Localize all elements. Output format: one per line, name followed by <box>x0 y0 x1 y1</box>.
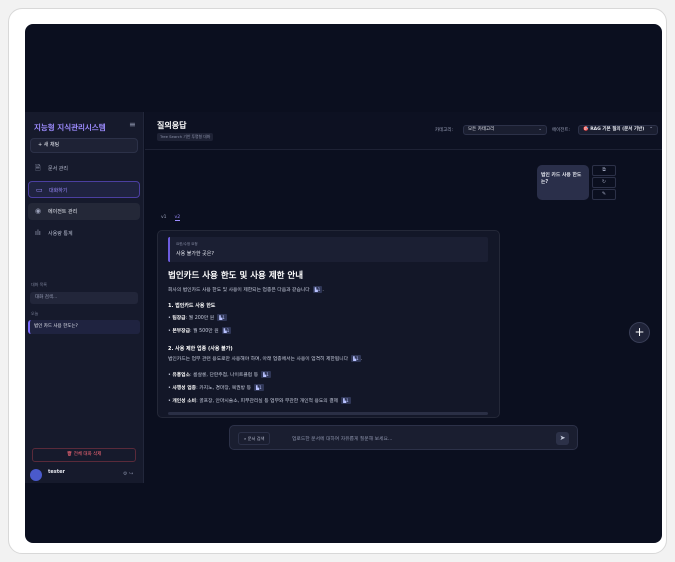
citation-badge[interactable]: ▙1 <box>261 371 271 378</box>
list-item: • 유흥업소: 룸살롱, 단란주점, 나이트클럽 등 ▙1 <box>168 371 271 378</box>
app-root: 지능형 지식관리시스템 ≡ + 새 채팅 🗎 문서 관리 ▭ 대화하기 ◉ 에이전트 … <box>25 112 662 483</box>
chevron-down-icon: ⌄ <box>538 127 542 132</box>
list-item: • 개인성 소비: 골프장, 안마시술소, 피부관리실 등 업무와 무관한 개인… <box>168 397 351 404</box>
document-search-toggle[interactable]: ⌕ 문서 검색 <box>238 432 271 445</box>
list-item-bold: 사행성 업종 <box>172 386 197 391</box>
document-search-label: 문서 검색 <box>247 436 265 441</box>
section-description: 법인카드는 업무 관련 용도로만 사용해야 하며, 아래 업종에서는 사용이 엄… <box>168 355 363 362</box>
citation-number: 1 <box>222 315 225 320</box>
sidebar-item-chat[interactable]: ▭ 대화하기 <box>28 181 140 198</box>
list-item-text: : 카지노, 경마장, 복권방 등 <box>196 386 252 391</box>
citation-badge[interactable]: ▙1 <box>341 397 351 404</box>
list-item: • 팀장급: 월 200만 원 ▙1 <box>168 314 227 321</box>
category-select[interactable]: 모든 카테고리 ⌄ <box>463 125 547 135</box>
send-button[interactable]: ➤ <box>556 432 569 445</box>
sidebar: 지능형 지식관리시스템 ≡ + 새 채팅 🗎 문서 관리 ▭ 대화하기 ◉ 에이전트 … <box>25 112 144 483</box>
retry-icon[interactable]: ↻ <box>592 177 616 188</box>
list-item-text: : 골프장, 안마시술소, 피부관리실 등 업무와 무관한 개인적 용도의 결제 <box>196 399 339 404</box>
sidebar-item-label: 문서 관리 <box>48 166 68 172</box>
list-item: • 본부장급: 월 500만 원 ▙1 <box>168 327 232 334</box>
section-heading: 2. 사용 제한 업종 (사용 불가) <box>168 346 233 352</box>
chat-input[interactable]: 업로드한 문서에 대하여 자유롭게 질문해 보세요... <box>292 435 392 442</box>
delete-all-label: 전체 대화 삭제 <box>73 452 102 457</box>
answer-intro: 회사의 법인카드 사용 한도 및 사용이 제한되는 업종은 다음과 같습니다 ▙1… <box>168 286 324 293</box>
assistant-answer-card: 요한/수정 요청 사용 불가한 곳은? 법인카드 사용 한도 및 사용 제한 안… <box>157 230 500 418</box>
list-item-bold: 개인성 소비 <box>172 399 197 404</box>
answer-title: 법인카드 사용 한도 및 사용 제한 안내 <box>168 271 304 281</box>
delete-all-button[interactable]: 🗑 전체 대화 삭제 <box>32 448 136 462</box>
version-tab-v1[interactable]: v1 <box>161 215 167 220</box>
category-label: 카테고리: <box>435 128 454 133</box>
quote-label: 요한/수정 요청 <box>176 242 198 246</box>
citation-number: 1 <box>266 372 269 377</box>
sidebar-item-documents[interactable]: 🗎 문서 관리 <box>28 160 140 177</box>
section-heading: 1. 법인카드 사용 한도 <box>168 303 216 309</box>
agent-select[interactable]: 🎯 RAG 기본 질의 (문서 기반) ⌃ <box>578 125 658 135</box>
citation-number: 1 <box>356 356 359 361</box>
version-tab-v2[interactable]: v2 <box>174 215 181 221</box>
chat-area: 법인 카드 사용 한도는? ⧉ ↻ ✎ v1 v2 요한/수정 요청 사용 불가한… <box>145 151 662 483</box>
hamburger-icon[interactable]: ≡ <box>129 120 136 129</box>
avatar <box>30 469 42 481</box>
new-chat-button[interactable]: + 새 채팅 <box>30 138 138 153</box>
list-item-bold: 팀장급 <box>172 316 186 321</box>
citation-badge[interactable]: ▙1 <box>254 384 264 391</box>
citation-badge[interactable]: ▙1 <box>351 355 361 362</box>
agent-label: 에이전트: <box>552 128 571 133</box>
citation-badge[interactable]: ▙1 <box>217 314 227 321</box>
sidebar-item-label: 에이전트 관리 <box>48 209 78 215</box>
chat-icon: ▭ <box>36 186 43 194</box>
page-title: 질의응답 <box>157 121 187 130</box>
conversation-item[interactable]: 법인 카드 사용 한도는? <box>28 320 140 334</box>
user-message-bubble: 법인 카드 사용 한도는? <box>537 165 589 200</box>
search-icon: ⌕ <box>244 436 247 441</box>
list-item-bold: 본부장급 <box>172 329 191 334</box>
add-button[interactable]: + <box>629 322 650 343</box>
document-icon: 🗎 <box>35 164 41 172</box>
target-icon: 🎯 <box>583 127 589 132</box>
list-item-text: : 월 200만 원 <box>185 316 215 321</box>
chat-input-bar: ⌕ 문서 검색 업로드한 문서에 대하여 자유롭게 질문해 보세요... ➤ <box>229 425 578 450</box>
header: 질의응답 Tree Search 기반 투명형 대화 카테고리: 모든 카테고리… <box>145 112 662 150</box>
today-label: 오늘 <box>31 311 39 316</box>
brand-title: 지능형 지식관리시스템 <box>34 123 106 132</box>
agent-value: RAG 기본 질의 (문서 기반) <box>590 127 645 132</box>
citation-badge[interactable]: ▙1 <box>312 286 323 293</box>
sidebar-item-stats[interactable]: ılı 사용량 통계 <box>28 225 140 242</box>
list-item-text: : 월 500만 원 <box>190 329 219 334</box>
sidebar-item-label: 사용량 통계 <box>48 231 73 237</box>
citation-number: 1 <box>346 398 349 403</box>
list-item: • 사행성 업종: 카지노, 경마장, 복권방 등 ▙1 <box>168 384 264 391</box>
sidebar-item-agents[interactable]: ◉ 에이전트 관리 <box>28 203 140 220</box>
app-window: 지능형 지식관리시스템 ≡ + 새 채팅 🗎 문서 관리 ▭ 대화하기 ◉ 에이전트 … <box>25 24 662 543</box>
version-tabs: v1 v2 <box>161 215 188 221</box>
send-icon: ➤ <box>559 434 566 442</box>
message-actions: ⧉ ↻ ✎ <box>592 165 616 201</box>
quoted-request: 요한/수정 요청 사용 불가한 곳은? <box>168 237 488 262</box>
quote-text: 사용 불가한 곳은? <box>176 251 215 257</box>
copy-icon[interactable]: ⧉ <box>592 165 616 176</box>
edit-icon[interactable]: ✎ <box>592 189 616 200</box>
horizontal-scrollbar[interactable] <box>168 412 488 415</box>
list-item-text: : 룸살롱, 단란주점, 나이트클럽 등 <box>190 373 259 378</box>
citation-badge[interactable]: ▙1 <box>221 327 232 334</box>
new-chat-label: 새 채팅 <box>43 142 60 148</box>
settings-icon[interactable]: ⚙ ↪ <box>123 471 133 477</box>
agent-icon: ◉ <box>35 207 42 215</box>
chart-icon: ılı <box>35 229 41 237</box>
citation-number: 1 <box>317 287 321 292</box>
conversation-search-input[interactable]: 대화 검색... <box>30 292 138 304</box>
history-label: 대화 목록 <box>31 282 47 287</box>
trash-icon: 🗑 <box>66 452 73 457</box>
sidebar-item-label: 대화하기 <box>49 188 68 194</box>
intro-text: 회사의 법인카드 사용 한도 및 사용이 제한되는 업종은 다음과 같습니다 <box>168 288 310 293</box>
category-value: 모든 카테고리 <box>468 127 495 132</box>
citation-number: 1 <box>259 385 262 390</box>
list-item-bold: 유흥업소 <box>172 373 191 378</box>
citation-number: 1 <box>226 328 230 333</box>
username: tester <box>48 469 66 475</box>
chevron-updown-icon: ⌃ <box>649 127 653 132</box>
page-subtitle: Tree Search 기반 투명형 대화 <box>157 133 214 141</box>
section-description-text: 법인카드는 업무 관련 용도로만 사용해야 하며, 아래 업종에서는 사용이 엄… <box>168 357 349 362</box>
